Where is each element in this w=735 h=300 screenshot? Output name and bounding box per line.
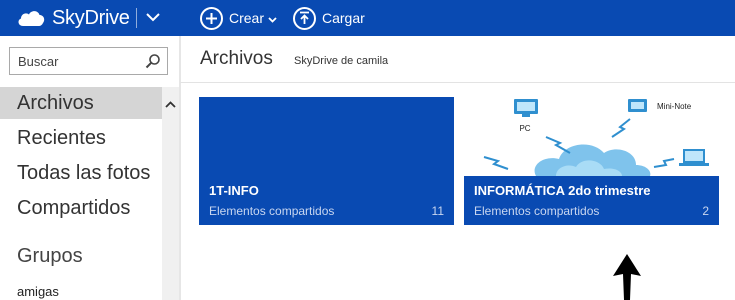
app-switcher-button[interactable]	[142, 6, 164, 28]
tile-title: 1T-INFO	[209, 183, 259, 198]
sidebar-item-recientes[interactable]: Recientes	[0, 122, 162, 154]
groups-heading: Grupos	[17, 245, 83, 267]
scroll-up-button[interactable]	[162, 97, 179, 111]
breadcrumb[interactable]: SkyDrive de camila	[294, 55, 388, 67]
search-input[interactable]	[10, 48, 140, 74]
tile-title: INFORMÁTICA 2do trimestre	[474, 183, 651, 198]
create-button[interactable]: Crear	[200, 0, 277, 36]
brand-logo[interactable]: SkyDrive	[16, 0, 130, 36]
create-label: Crear	[229, 10, 265, 26]
arrow-up-annotation-icon	[613, 254, 641, 300]
pc-label: PC	[519, 124, 530, 133]
folder-tile[interactable]: 1T-INFO Elementos compartidos 11	[199, 97, 454, 225]
folder-tile[interactable]: PC Mini-Note INFORMÁTICA 2do trimestre E…	[464, 97, 719, 225]
network-diagram-thumbnail: PC Mini-Note	[464, 97, 719, 176]
sidebar-item-archivos[interactable]: Archivos	[0, 87, 162, 119]
cloud-icon	[18, 11, 45, 26]
top-bar: SkyDrive Crear Cargar	[0, 0, 735, 36]
sidebar-item-label: Archivos	[17, 92, 94, 114]
page-title: Archivos	[200, 48, 273, 69]
sidebar-item-label: Todas las fotos	[17, 162, 151, 184]
search-box	[9, 47, 168, 75]
upload-circle-icon	[293, 6, 316, 30]
tile-count: 11	[431, 204, 444, 218]
brand-divider	[136, 8, 137, 28]
sidebar-item-label: Compartidos	[17, 197, 131, 219]
sidebar-item-todas-las-fotos[interactable]: Todas las fotos	[0, 157, 162, 189]
chevron-down-icon	[268, 10, 277, 26]
header-divider	[180, 82, 735, 83]
tile-count: 2	[702, 204, 709, 218]
plus-circle-icon	[200, 6, 223, 30]
tile-subtitle: Elementos compartidos	[474, 204, 600, 218]
sidebar-item-label: Recientes	[17, 127, 106, 149]
upload-label: Cargar	[322, 10, 365, 26]
chevron-down-icon	[146, 12, 160, 21]
sidebar-item-compartidos[interactable]: Compartidos	[0, 192, 162, 224]
tile-subtitle: Elementos compartidos	[209, 204, 335, 218]
mini-note-label: Mini-Note	[657, 102, 692, 111]
search-icon[interactable]	[145, 53, 161, 69]
sidebar-group-amigas[interactable]: amigas	[17, 284, 59, 299]
brand-name: SkyDrive	[52, 6, 130, 29]
chevron-up-icon	[165, 100, 176, 108]
upload-button[interactable]: Cargar	[293, 0, 365, 36]
sidebar-scrollbar[interactable]	[162, 87, 179, 300]
sidebar-divider	[179, 36, 181, 300]
